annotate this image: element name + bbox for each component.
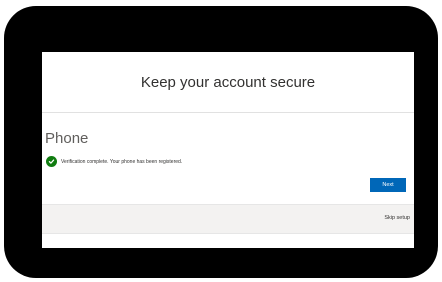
device-frame: Keep your account secure Phone Verificat…: [4, 6, 438, 278]
page-header: Keep your account secure: [42, 52, 414, 113]
verification-status: Verification complete. Your phone has be…: [46, 156, 182, 167]
setup-screen: Keep your account secure Phone Verificat…: [42, 52, 414, 248]
status-message: Verification complete. Your phone has be…: [61, 158, 183, 165]
footer-bar: Skip setup: [42, 204, 414, 234]
skip-setup-link[interactable]: Skip setup: [384, 215, 410, 221]
section-title: Phone: [45, 130, 89, 147]
page-title: Keep your account secure: [140, 74, 316, 91]
next-button[interactable]: Next: [370, 178, 406, 192]
check-circle-icon: [46, 156, 57, 167]
